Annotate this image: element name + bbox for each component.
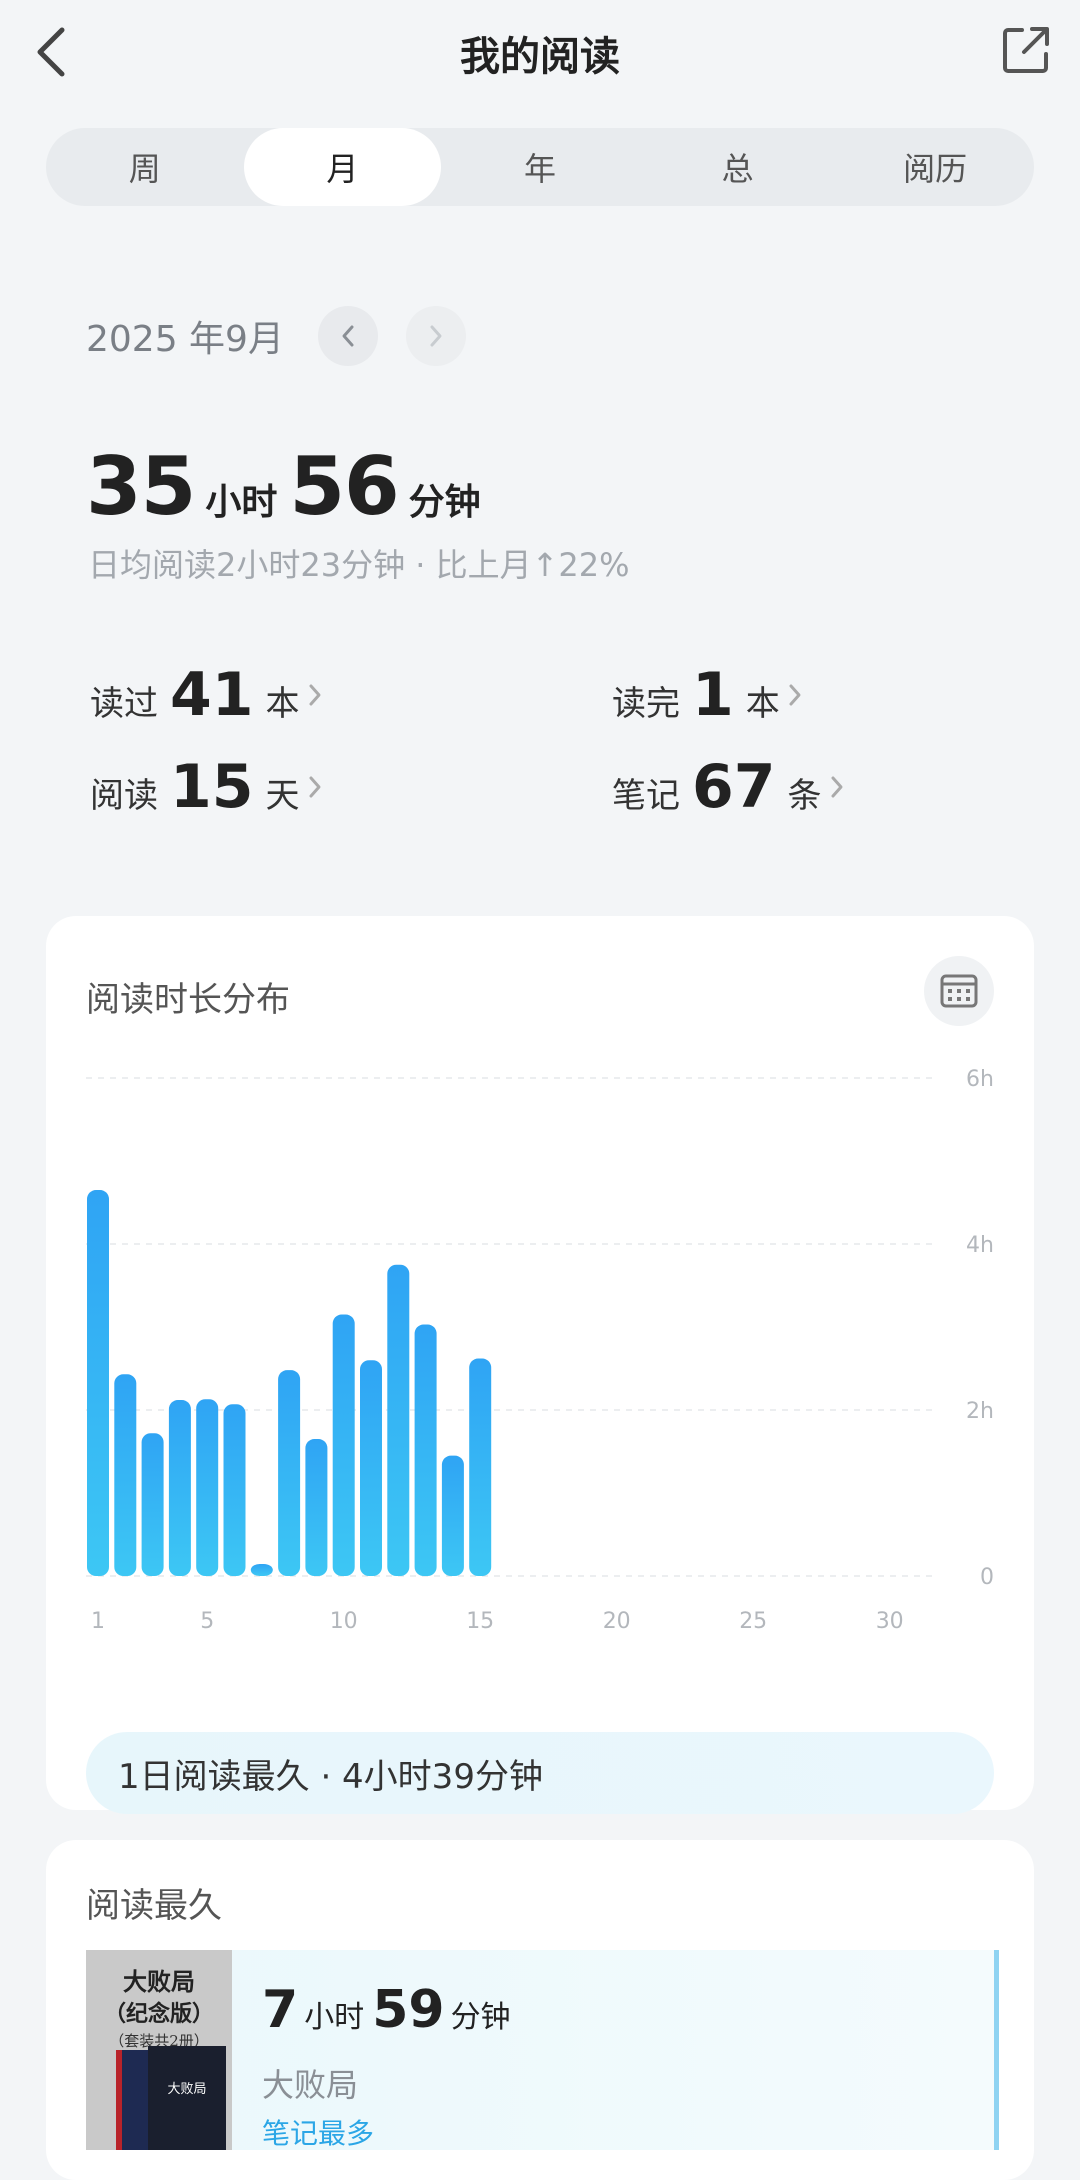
x-tick-label: 1 — [91, 1609, 105, 1634]
cover-title: 大败局 — [123, 1967, 195, 1996]
longest-reading-card: 阅读最久 大败局 （纪念版） （套装共2册） 大败局 7 小时 59 分钟 大败… — [46, 1840, 1034, 2180]
x-tick-label: 15 — [466, 1609, 494, 1634]
period-tabs: 周 月 年 总 阅历 — [46, 128, 1034, 206]
cover-spine-title: 大败局 — [167, 2082, 207, 2097]
stat-unit: 条 — [787, 776, 822, 816]
longest-day-highlight: 1日阅读最久 · 4小时39分钟 — [86, 1732, 994, 1814]
tab-year[interactable]: 年 — [441, 128, 639, 206]
chart-bar[interactable] — [196, 1399, 219, 1576]
total-hours: 35 — [86, 440, 196, 533]
hours-unit: 小时 — [205, 482, 278, 523]
chevron-left-icon — [342, 325, 354, 347]
stat-label: 阅读 — [90, 776, 158, 816]
total-minutes: 56 — [289, 440, 399, 533]
share-button[interactable] — [998, 22, 1054, 78]
y-tick-label: 0 — [980, 1565, 994, 1590]
chart-bar[interactable] — [141, 1433, 164, 1576]
stat-unit: 天 — [265, 776, 300, 816]
stat-reading-days[interactable]: 阅读 15 天 — [90, 752, 322, 822]
book-hours: 7 — [262, 1980, 299, 2040]
x-tick-label: 5 — [200, 1609, 214, 1634]
x-tick-label: 25 — [739, 1609, 767, 1634]
book-cover: 大败局 （纪念版） （套装共2册） 大败局 — [86, 1950, 232, 2150]
card-title: 阅读最久 — [86, 1886, 222, 1926]
chart-bar[interactable] — [168, 1400, 191, 1576]
cover-edition: （纪念版） — [103, 2001, 214, 2027]
period-label: 2025 年9月 — [86, 319, 284, 360]
reading-distribution-card: 阅读时长分布 6h 4h 2h 0 1 5 10 15 20 25 30 1日阅读最久 · 4小时3… — [46, 916, 1034, 1814]
daily-average-summary: 日均阅读2小时23分钟 · 比上月↑22% — [88, 546, 630, 584]
book-minutes-unit: 分钟 — [450, 2000, 511, 2035]
book-reading-time: 7 小时 59 分钟 — [262, 1980, 519, 2040]
x-tick-label: 30 — [876, 1609, 904, 1634]
chart-bar[interactable] — [114, 1374, 137, 1576]
stat-books-finished[interactable]: 读完 1 本 — [612, 660, 802, 730]
book-minutes: 59 — [372, 1980, 445, 2040]
minutes-unit: 分钟 — [408, 482, 481, 523]
x-tick-label: 20 — [603, 1609, 631, 1634]
book-title: 大败局 — [262, 2066, 359, 2104]
stat-label: 读过 — [90, 684, 158, 724]
chart-bar[interactable] — [223, 1404, 246, 1576]
period-navigation: 2025 年9月 — [86, 306, 466, 366]
stat-label: 笔记 — [612, 776, 680, 816]
chart-bar[interactable] — [387, 1264, 410, 1576]
x-tick-label: 10 — [330, 1609, 358, 1634]
stat-value: 67 — [692, 752, 776, 822]
cover-book-illustration: 大败局 — [148, 2046, 226, 2150]
page-title: 我的阅读 — [460, 34, 620, 80]
chevron-right-icon — [309, 684, 320, 706]
y-tick-label: 4h — [966, 1233, 994, 1258]
y-tick-label: 2h — [966, 1399, 994, 1424]
stat-value: 15 — [170, 752, 254, 822]
reading-duration-chart: 6h4h2h01 5 10 15 20 25 30 — [86, 1067, 994, 1634]
book-item[interactable]: 大败局 （纪念版） （套装共2册） 大败局 7 小时 59 分钟 大败局 笔记最… — [86, 1950, 999, 2150]
stat-label: 读完 — [612, 684, 680, 724]
share-external-icon — [1003, 27, 1049, 73]
stat-books-read[interactable]: 读过 41 本 — [90, 660, 322, 730]
chevron-right-icon — [831, 776, 842, 798]
stat-value: 1 — [692, 660, 734, 730]
stat-notes[interactable]: 笔记 67 条 — [612, 752, 844, 822]
total-reading-time: 35 小时 56 分钟 — [86, 440, 493, 533]
next-period-button[interactable] — [405, 306, 466, 366]
chevron-right-icon — [789, 684, 801, 706]
y-tick-label: 6h — [966, 1067, 994, 1092]
book-tag: 笔记最多 — [262, 2117, 375, 2150]
stat-unit: 本 — [745, 684, 780, 724]
chart-bar[interactable] — [469, 1358, 492, 1576]
chevron-right-icon — [430, 325, 442, 347]
book-hours-unit: 小时 — [304, 2000, 365, 2035]
chart-bar[interactable] — [332, 1314, 355, 1576]
chart-bar[interactable] — [305, 1439, 328, 1576]
chart-bar[interactable] — [278, 1370, 301, 1576]
chart-bar[interactable] — [87, 1190, 109, 1576]
header: 我的阅读 — [0, 0, 1080, 110]
chevron-right-icon — [309, 776, 320, 798]
tab-week[interactable]: 周 — [46, 128, 244, 206]
chart-bar[interactable] — [441, 1455, 464, 1576]
chart-bar[interactable] — [250, 1564, 273, 1576]
tab-total[interactable]: 总 — [639, 128, 837, 206]
tab-month[interactable]: 月 — [243, 128, 442, 206]
stat-value: 41 — [170, 660, 254, 730]
previous-period-button[interactable] — [317, 306, 378, 366]
tab-history[interactable]: 阅历 — [836, 128, 1034, 206]
chart-bar[interactable] — [414, 1324, 437, 1576]
chart-bar[interactable] — [360, 1360, 382, 1576]
stat-unit: 本 — [265, 684, 300, 724]
